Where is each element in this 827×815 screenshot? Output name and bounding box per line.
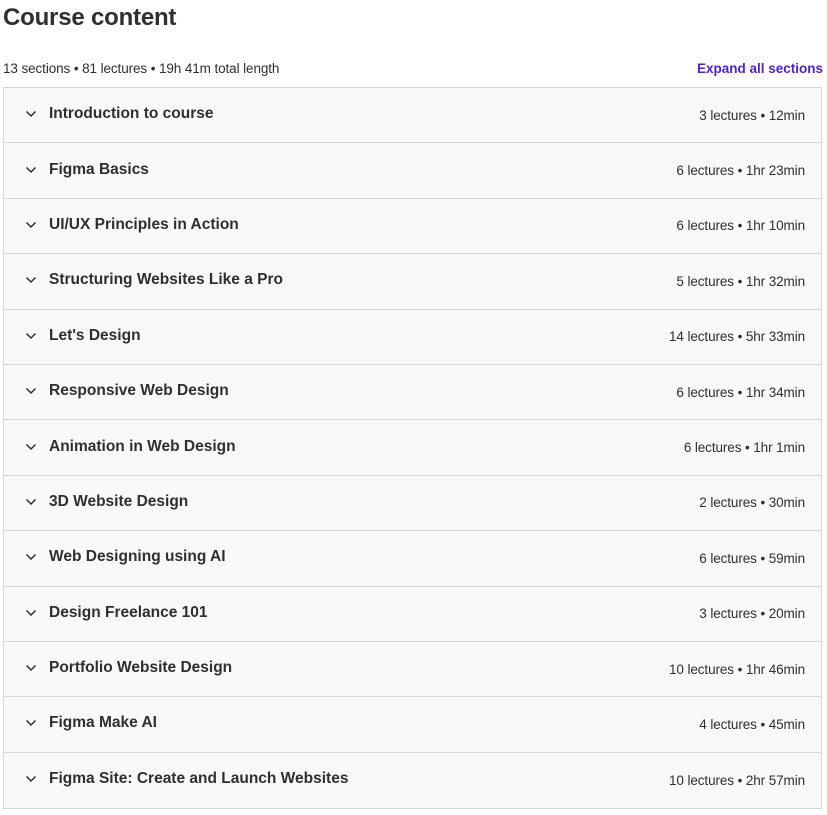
chevron-down-icon [24, 772, 38, 786]
chevron-down-icon [24, 384, 38, 398]
chevron-down-icon [24, 329, 38, 343]
section-accordion-item[interactable]: UI/UX Principles in Action 6 lectures • … [4, 198, 821, 255]
section-title: Figma Site: Create and Launch Websites [49, 770, 349, 788]
section-title: Structuring Websites Like a Pro [49, 271, 283, 289]
chevron-down-icon [24, 550, 38, 564]
section-meta: 6 lectures • 1hr 10min [676, 218, 805, 234]
section-title: Portfolio Website Design [49, 659, 233, 677]
page-title: Course content [3, 4, 177, 31]
section-title: Figma Make AI [49, 714, 157, 732]
expand-all-sections-button[interactable]: Expand all sections [697, 61, 823, 76]
section-accordion-item[interactable]: Web Designing using AI 6 lectures • 59mi… [4, 531, 821, 587]
section-accordion-item[interactable]: Figma Make AI 4 lectures • 45min [4, 697, 821, 753]
section-title: Design Freelance 101 [49, 603, 208, 621]
section-title: UI/UX Principles in Action [49, 215, 239, 233]
section-meta: 10 lectures • 2hr 57min [669, 772, 805, 788]
chevron-down-icon [24, 661, 38, 675]
chevron-down-icon [24, 273, 38, 287]
section-meta: 3 lectures • 20min [699, 606, 805, 622]
section-meta: 6 lectures • 1hr 23min [676, 163, 805, 179]
course-summary-row: 13 sections • 81 lectures • 19h 41m tota… [3, 58, 823, 78]
section-accordion-item[interactable]: Figma Site: Create and Launch Websites 1… [4, 752, 821, 809]
section-title: 3D Website Design [49, 492, 189, 510]
section-meta: 14 lectures • 5hr 33min [669, 329, 805, 345]
chevron-down-icon [24, 440, 38, 454]
section-accordion-item[interactable]: Figma Basics 6 lectures • 1hr 23min [4, 143, 821, 199]
section-accordion-item[interactable]: Portfolio Website Design 10 lectures • 1… [4, 641, 821, 698]
section-accordion-item[interactable]: Structuring Websites Like a Pro 5 lectur… [4, 254, 821, 310]
section-meta: 6 lectures • 59min [699, 550, 805, 566]
section-meta: 6 lectures • 1hr 34min [676, 384, 805, 400]
section-meta: 4 lectures • 45min [699, 716, 805, 732]
section-title: Responsive Web Design [49, 382, 229, 400]
sections-list: Introduction to course 3 lectures • 12mi… [3, 87, 822, 810]
section-accordion-item[interactable]: 3D Website Design 2 lectures • 30min [4, 475, 821, 532]
section-title: Introduction to course [49, 105, 214, 123]
chevron-down-icon [24, 107, 38, 121]
chevron-down-icon [24, 606, 38, 620]
section-accordion-item[interactable]: Animation in Web Design 6 lectures • 1hr… [4, 420, 821, 476]
section-title: Let's Design [49, 326, 141, 344]
section-meta: 2 lectures • 30min [699, 495, 805, 511]
course-summary: 13 sections • 81 lectures • 19h 41m tota… [3, 60, 280, 76]
section-title: Figma Basics [49, 160, 149, 178]
section-meta: 10 lectures • 1hr 46min [669, 661, 805, 677]
section-accordion-item[interactable]: Introduction to course 3 lectures • 12mi… [4, 88, 821, 144]
section-meta: 3 lectures • 12min [699, 107, 805, 123]
section-accordion-item[interactable]: Let's Design 14 lectures • 5hr 33min [4, 309, 821, 365]
section-accordion-item[interactable]: Design Freelance 101 3 lectures • 20min [4, 586, 821, 642]
chevron-down-icon [24, 716, 38, 730]
chevron-down-icon [24, 163, 38, 177]
section-meta: 5 lectures • 1hr 32min [676, 273, 805, 289]
section-title: Animation in Web Design [49, 437, 236, 455]
chevron-down-icon [24, 495, 38, 509]
section-title: Web Designing using AI [49, 548, 226, 566]
section-accordion-item[interactable]: Responsive Web Design 6 lectures • 1hr 3… [4, 364, 821, 421]
chevron-down-icon [24, 218, 38, 232]
section-meta: 6 lectures • 1hr 1min [683, 440, 805, 456]
